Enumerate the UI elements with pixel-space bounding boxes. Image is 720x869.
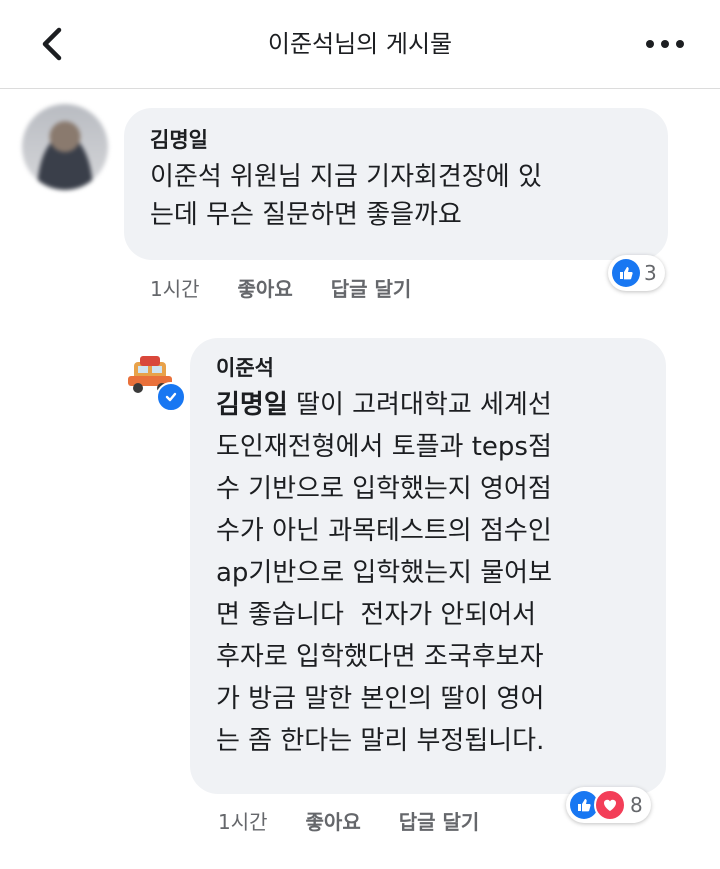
like-button[interactable]: 좋아요 — [306, 806, 361, 835]
reaction-summary[interactable]: 8 — [566, 787, 651, 823]
comment-time: 1시간 — [218, 810, 268, 834]
comment-line: 는 좀 한다는 말리 부정됩니다. — [216, 726, 545, 756]
comment-line: 도인재전형에서 토플과 teps점 — [216, 432, 552, 462]
reply-button[interactable]: 답글 달기 — [331, 273, 412, 302]
comment-line: 는데 무슨 질문하면 좋을까요 — [150, 200, 462, 230]
comment-line: 후자로 입학했다면 조국후보자 — [216, 642, 544, 672]
more-dots-icon — [646, 40, 684, 48]
comment-line: 김명일 딸이 고려대학교 세계선 — [216, 384, 640, 426]
heart-icon — [594, 789, 626, 821]
like-button[interactable]: 좋아요 — [238, 273, 293, 302]
thumbs-up-icon — [612, 259, 640, 287]
page-title: 이준석님의 게시물 — [267, 30, 453, 58]
comment-line: 가 방금 말한 본인의 딸이 영어 — [216, 684, 545, 714]
comment-line: 수 기반으로 입학했는지 영어점 — [216, 474, 552, 504]
comment-author[interactable]: 이준석 — [216, 354, 640, 382]
comment-line-rest: 딸이 고려대학교 세계선 — [296, 390, 552, 420]
comment-meta: 1시간 좋아요 답글 달기 — [150, 273, 411, 302]
top-bar: 이준석님의 게시물 — [0, 0, 720, 89]
comment-meta: 1시간 좋아요 답글 달기 — [218, 806, 479, 835]
comment-text: 이준석 위원님 지금 기자회견장에 있 는데 무슨 질문하면 좋을까요 — [150, 158, 642, 234]
comment-time: 1시간 — [150, 277, 200, 301]
verified-badge-icon — [156, 382, 186, 412]
comment-author[interactable]: 김명일 — [150, 126, 642, 154]
reply-button[interactable]: 답글 달기 — [399, 806, 480, 835]
avatar[interactable] — [22, 104, 108, 190]
comment-bubble: 김명일 이준석 위원님 지금 기자회견장에 있 는데 무슨 질문하면 좋을까요 — [124, 108, 668, 260]
comment-text: 김명일 딸이 고려대학교 세계선 도인재전형에서 토플과 teps점 수 기반으… — [216, 384, 640, 762]
more-options-button[interactable] — [640, 22, 690, 66]
reaction-count: 3 — [644, 261, 657, 285]
comment-line: ap기반으로 입학했는지 물어보 — [216, 558, 553, 588]
reaction-summary[interactable]: 3 — [608, 255, 665, 291]
comment-line: 면 좋습니다 전자가 안되어서 — [216, 600, 537, 630]
reaction-count: 8 — [630, 793, 643, 817]
comment-bubble: 이준석 김명일 딸이 고려대학교 세계선 도인재전형에서 토플과 teps점 수… — [190, 338, 666, 794]
comment-line: 수가 아닌 과목테스트의 점수인 — [216, 516, 552, 546]
comment-line: 이준석 위원님 지금 기자회견장에 있 — [150, 162, 542, 192]
mention-link[interactable]: 김명일 — [216, 390, 288, 420]
